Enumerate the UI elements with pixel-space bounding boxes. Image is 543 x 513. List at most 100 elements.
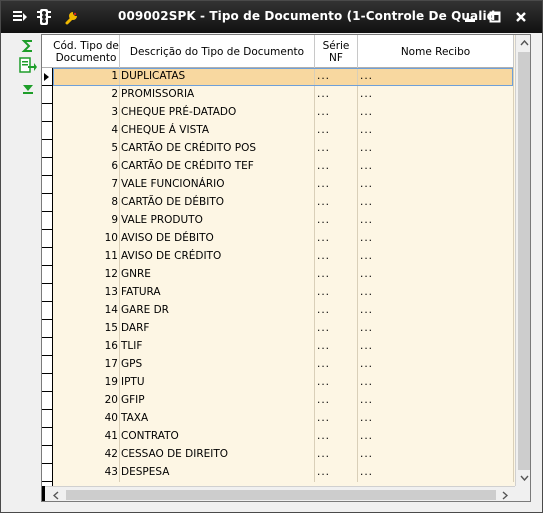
cell-serie[interactable]: ... bbox=[315, 176, 358, 194]
column-header-code[interactable]: Cód. Tipo de Documento bbox=[53, 35, 120, 68]
cell-recibo[interactable]: ... bbox=[358, 338, 514, 356]
cell-description[interactable]: GNRE bbox=[120, 266, 315, 284]
cell-code[interactable]: 12 bbox=[53, 266, 120, 284]
table-row[interactable]: 2 PROMISSORIA...... bbox=[42, 86, 514, 104]
row-indicator[interactable] bbox=[42, 428, 53, 446]
cell-recibo[interactable]: ... bbox=[358, 158, 514, 176]
cell-code[interactable]: 3 bbox=[53, 104, 120, 122]
cell-description[interactable]: IPTU bbox=[120, 374, 315, 392]
cell-description[interactable]: GPS bbox=[120, 356, 315, 374]
cell-serie[interactable]: ... bbox=[315, 464, 358, 482]
scroll-left-icon[interactable] bbox=[48, 487, 64, 501]
cell-serie[interactable]: ... bbox=[315, 338, 358, 356]
table-row[interactable]: 7 VALE FUNCIONÁRIO...... bbox=[42, 176, 514, 194]
cell-description[interactable]: AVISO DE DÉBITO bbox=[120, 230, 315, 248]
table-row[interactable]: 43 DESPESA...... bbox=[42, 464, 514, 482]
cell-serie[interactable]: ... bbox=[315, 122, 358, 140]
cell-serie[interactable]: ... bbox=[315, 158, 358, 176]
cell-description[interactable]: CESSAO DE DIREITO bbox=[120, 446, 315, 464]
wrench-icon[interactable] bbox=[63, 8, 81, 26]
vertical-scrollbar[interactable] bbox=[515, 35, 530, 486]
horizontal-scrollbar[interactable] bbox=[42, 486, 515, 501]
cell-recibo[interactable]: ... bbox=[358, 140, 514, 158]
cell-code[interactable]: 42 bbox=[53, 446, 120, 464]
cell-serie[interactable]: ... bbox=[315, 392, 358, 410]
cell-code[interactable]: 2 bbox=[53, 86, 120, 104]
table-row[interactable]: 9 VALE PRODUTO...... bbox=[42, 212, 514, 230]
cell-recibo[interactable]: ... bbox=[358, 410, 514, 428]
table-row[interactable]: 4 CHEQUE Á VISTA...... bbox=[42, 122, 514, 140]
cell-description[interactable]: CARTÃO DE CRÉDITO TEF bbox=[120, 158, 315, 176]
column-header-recibo[interactable]: Nome Recibo bbox=[358, 35, 514, 68]
cell-description[interactable]: TAXA bbox=[120, 410, 315, 428]
cell-recibo[interactable]: ... bbox=[358, 86, 514, 104]
cell-code[interactable]: 14 bbox=[53, 302, 120, 320]
cell-serie[interactable]: ... bbox=[315, 248, 358, 266]
table-row[interactable]: 13 FATURA...... bbox=[42, 284, 514, 302]
row-indicator[interactable] bbox=[42, 338, 53, 356]
cell-serie[interactable]: ... bbox=[315, 284, 358, 302]
document-type-grid[interactable]: Cód. Tipo de Documento Descrição do Tipo… bbox=[41, 34, 531, 502]
cell-recibo[interactable]: ... bbox=[358, 428, 514, 446]
cell-serie[interactable]: ... bbox=[315, 356, 358, 374]
cell-code[interactable]: 1 bbox=[53, 68, 120, 86]
row-indicator[interactable] bbox=[42, 176, 53, 194]
column-header-description[interactable]: Descrição do Tipo de Documento bbox=[120, 35, 315, 68]
cell-serie[interactable]: ... bbox=[315, 68, 358, 86]
cell-code[interactable]: 11 bbox=[53, 248, 120, 266]
cell-description[interactable]: DUPLICATAS bbox=[120, 68, 315, 86]
row-indicator[interactable] bbox=[42, 464, 53, 482]
cell-recibo[interactable]: ... bbox=[358, 266, 514, 284]
vertical-scroll-thumb[interactable] bbox=[518, 52, 530, 470]
cell-recibo[interactable]: ... bbox=[358, 392, 514, 410]
row-indicator[interactable] bbox=[42, 356, 53, 374]
scroll-down-icon[interactable] bbox=[516, 470, 530, 486]
sum-icon[interactable] bbox=[19, 38, 37, 54]
cell-description[interactable]: CARTÃO DE DÉBITO bbox=[120, 194, 315, 212]
cell-code[interactable]: 19 bbox=[53, 374, 120, 392]
cell-serie[interactable]: ... bbox=[315, 194, 358, 212]
row-indicator[interactable] bbox=[42, 104, 53, 122]
row-indicator[interactable] bbox=[42, 320, 53, 338]
row-indicator[interactable] bbox=[42, 266, 53, 284]
cell-code[interactable]: 9 bbox=[53, 212, 120, 230]
horizontal-scroll-thumb[interactable] bbox=[66, 490, 496, 500]
row-indicator[interactable] bbox=[42, 446, 53, 464]
cell-code[interactable]: 41 bbox=[53, 428, 120, 446]
cell-serie[interactable]: ... bbox=[315, 320, 358, 338]
table-row[interactable]: 8 CARTÃO DE DÉBITO...... bbox=[42, 194, 514, 212]
cell-code[interactable]: 8 bbox=[53, 194, 120, 212]
cell-description[interactable]: AVISO DE CRÉDITO bbox=[120, 248, 315, 266]
table-row[interactable]: 19 IPTU...... bbox=[42, 374, 514, 392]
collapse-icon[interactable] bbox=[19, 81, 37, 97]
cell-description[interactable]: GARE DR bbox=[120, 302, 315, 320]
row-indicator[interactable] bbox=[42, 374, 53, 392]
table-row[interactable]: 40 TAXA...... bbox=[42, 410, 514, 428]
maximize-icon[interactable] bbox=[485, 7, 505, 27]
table-row[interactable]: 20 GFIP...... bbox=[42, 392, 514, 410]
cell-code[interactable]: 5 bbox=[53, 140, 120, 158]
row-indicator[interactable] bbox=[42, 284, 53, 302]
cell-description[interactable]: DARF bbox=[120, 320, 315, 338]
cell-description[interactable]: PROMISSORIA bbox=[120, 86, 315, 104]
cell-code[interactable]: 17 bbox=[53, 356, 120, 374]
close-icon[interactable] bbox=[511, 7, 531, 27]
cell-serie[interactable]: ... bbox=[315, 212, 358, 230]
cell-recibo[interactable]: ... bbox=[358, 284, 514, 302]
row-indicator[interactable] bbox=[42, 140, 53, 158]
table-row[interactable]: 12 GNRE...... bbox=[42, 266, 514, 284]
cell-code[interactable]: 4 bbox=[53, 122, 120, 140]
row-indicator[interactable] bbox=[42, 122, 53, 140]
cell-code[interactable]: 20 bbox=[53, 392, 120, 410]
cell-serie[interactable]: ... bbox=[315, 302, 358, 320]
table-row[interactable]: 10 AVISO DE DÉBITO...... bbox=[42, 230, 514, 248]
table-row[interactable]: 11 AVISO DE CRÉDITO...... bbox=[42, 248, 514, 266]
cell-code[interactable]: 15 bbox=[53, 320, 120, 338]
table-row[interactable]: 1 DUPLICATAS...... bbox=[42, 68, 514, 86]
scroll-right-icon[interactable] bbox=[497, 487, 513, 501]
cell-recibo[interactable]: ... bbox=[358, 446, 514, 464]
export-icon[interactable] bbox=[19, 57, 37, 73]
table-row[interactable]: 17 GPS...... bbox=[42, 356, 514, 374]
scroll-up-icon[interactable] bbox=[516, 35, 530, 51]
cell-description[interactable]: CARTÃO DE CRÉDITO POS bbox=[120, 140, 315, 158]
